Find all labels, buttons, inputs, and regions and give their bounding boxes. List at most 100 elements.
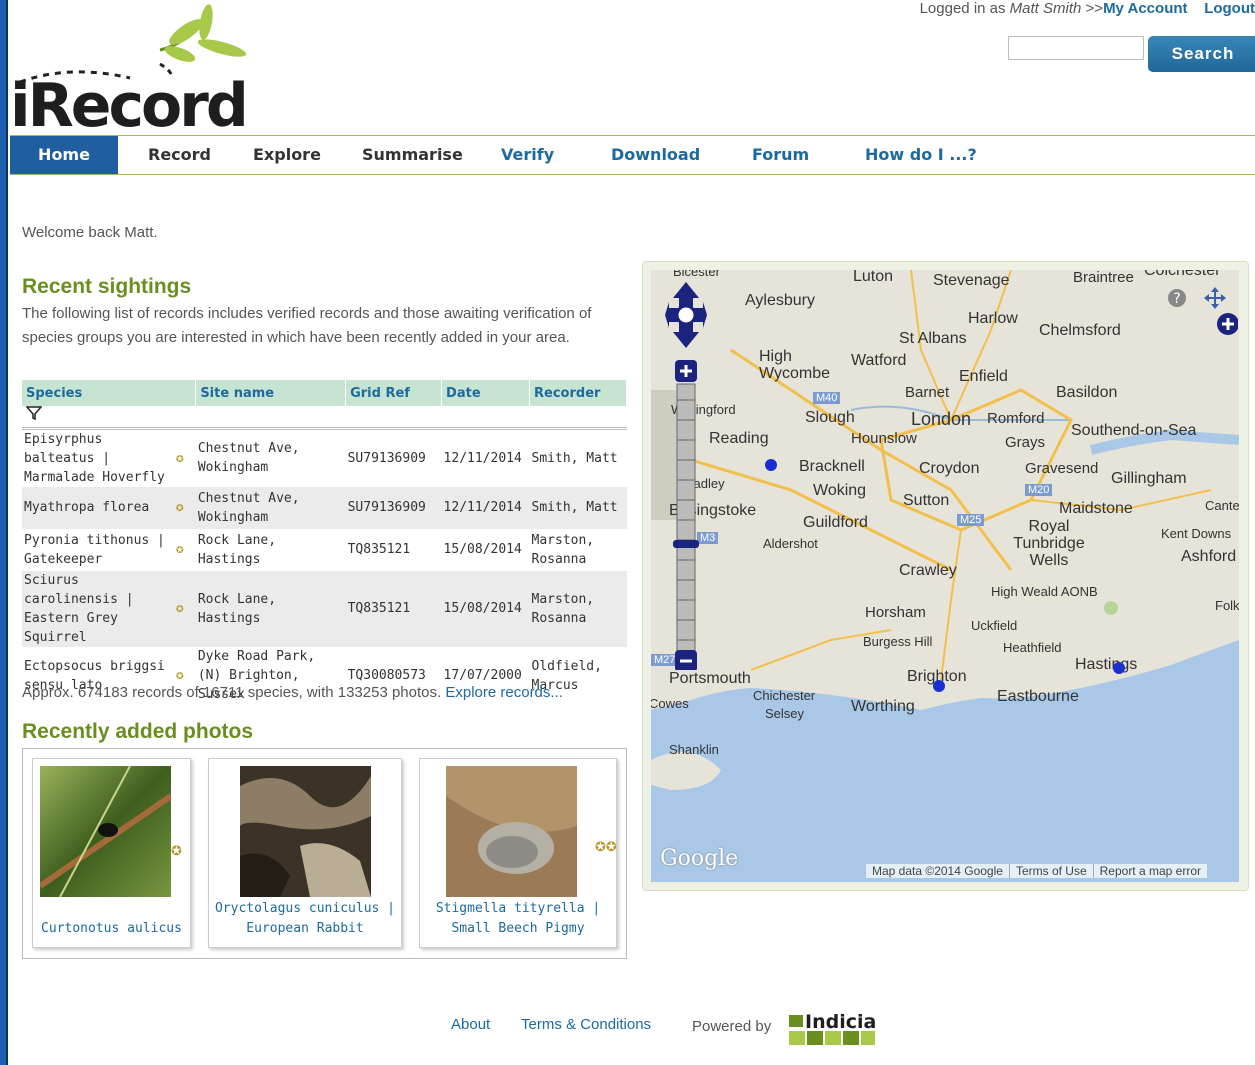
rabbit-photo[interactable] (240, 766, 371, 897)
record-marker-icon[interactable] (1112, 660, 1126, 676)
map-place-label: Romford (987, 410, 1045, 427)
main-nav: Home Record Explore Summarise Verify Dow… (10, 135, 1255, 175)
records-summary: Approx. 674183 records of 16711 species,… (22, 684, 563, 701)
photo-caption[interactable]: Stigmella tityrella | Small Beech Pigmy (420, 899, 616, 939)
map-place-label: Worthing (851, 698, 915, 715)
logged-in-label: Logged in as (919, 0, 1006, 17)
map-place-label: Enfield (959, 368, 1008, 385)
photo-gallery: ✪ Curtonotus aulicus Oryctolagus cunicul… (22, 748, 627, 959)
map-place-label: Horsham (865, 604, 926, 621)
site-cell: Rock Lane, Hastings (195, 570, 346, 647)
map-place-label: Royal Tunbridge Wells (1013, 518, 1085, 569)
map-place-label: Selsey (765, 706, 805, 721)
footer-about-link[interactable]: About (451, 1016, 490, 1033)
map-place-label: Kent Downs (1161, 526, 1232, 541)
table-row[interactable]: Myathropa florea ✪ Chestnut Ave, Wokingh… (22, 486, 627, 529)
my-account-link[interactable]: My Account (1103, 0, 1187, 17)
table-row[interactable]: Sciurus carolinensis | Eastern Grey Squi… (22, 570, 627, 647)
grid-ref-cell: SU79136909 (345, 486, 442, 529)
map-place-label: Hastings (1075, 656, 1138, 673)
table-row[interactable]: Episyrphus balteatus | Marmalade Hoverfl… (22, 428, 627, 487)
help-icon[interactable]: ? (1167, 288, 1187, 308)
record-marker-icon[interactable] (764, 457, 778, 473)
column-date[interactable]: Date (441, 380, 531, 406)
zoom-slider[interactable] (673, 360, 699, 670)
google-logo: Google (660, 846, 739, 871)
photo-caption[interactable]: Curtonotus aulicus (33, 919, 190, 939)
table-row[interactable]: Pyronia tithonus | Gatekeeper ✪ Rock Lan… (22, 529, 627, 571)
nav-home[interactable]: Home (10, 136, 118, 174)
photo-card[interactable]: ✪ Curtonotus aulicus (32, 758, 191, 948)
svg-text:?: ? (1173, 291, 1180, 307)
column-recorder[interactable]: Recorder (529, 380, 627, 406)
column-species[interactable]: Species (22, 380, 197, 406)
map-place-label: St Albans (899, 330, 967, 347)
site-cell: Chestnut Ave, Wokingham (197, 441, 300, 475)
move-icon[interactable] (1203, 286, 1227, 310)
pan-arrows-icon[interactable] (663, 280, 709, 350)
map-place-label: Chelmsford (1039, 322, 1121, 339)
powered-by-label: Powered by (692, 1018, 772, 1035)
user-name: Matt Smith (1009, 0, 1082, 17)
records-map[interactable]: Bicester Luton Stevenage Braintree Colch… (651, 270, 1239, 882)
nav-how-do-i[interactable]: How do I ...? (865, 136, 977, 174)
search-input[interactable] (1008, 36, 1144, 60)
map-place-label: Sutton (903, 492, 950, 509)
map-attribution: Map data ©2014 Google Terms of Use Report … (866, 864, 1207, 878)
column-grid-ref[interactable]: Grid Ref (345, 380, 443, 406)
award-star-icon: ✪ (175, 500, 184, 515)
photo-card[interactable]: Oryctolagus cuniculus | European Rabbit (208, 758, 402, 948)
expand-layer-icon[interactable] (1216, 312, 1238, 336)
site-cell: Rock Lane, Hastings (197, 532, 277, 567)
map-place-label: Colchester (1144, 270, 1221, 279)
moth-mine-photo[interactable] (446, 766, 577, 897)
footer-terms-link[interactable]: Terms & Conditions (521, 1016, 651, 1033)
map-place-label: Southend-on-Sea (1071, 422, 1197, 439)
report-map-error-link[interactable]: Report a map error (1092, 864, 1207, 878)
map-place-label: Woking (813, 482, 867, 499)
map-place-label: Reading (709, 430, 769, 447)
explore-records-link[interactable]: Explore records... (445, 684, 563, 701)
irecord-logo[interactable]: iRecord (10, 4, 255, 136)
filter-icon[interactable] (25, 406, 43, 421)
window-edge (0, 0, 8, 1065)
species-cell: Myathropa florea (22, 486, 174, 529)
map-place-label: Grays (1005, 434, 1046, 451)
recorder-cell: Smith, Matt (531, 450, 618, 466)
logout-link[interactable]: Logout (1204, 0, 1255, 17)
beetle-photo[interactable] (40, 766, 171, 897)
map-place-label: Harlow (968, 310, 1018, 327)
indicia-logo[interactable]: Indicia (789, 1011, 877, 1047)
map-place-label: London (911, 409, 972, 429)
award-star-icon: ✪ (175, 542, 184, 557)
grid-ref-cell: TQ835121 (345, 570, 442, 647)
map-place-label: Ashford (1181, 548, 1237, 565)
photo-card[interactable]: ✪✪ Stigmella tityrella | Small Beech Pig… (419, 758, 617, 948)
species-cell: Episyrphus balteatus | Marmalade Hoverfl… (24, 431, 165, 485)
search-button[interactable]: Search (1148, 36, 1255, 72)
indicia-text: Indicia (805, 1011, 877, 1033)
map-place-label: Gravesend (1025, 460, 1099, 477)
map-place-label: Stevenage (933, 272, 1010, 289)
map-place-label: Aylesbury (745, 292, 815, 309)
nav-verify[interactable]: Verify (501, 136, 554, 174)
map-place-label: High Weald AONB (991, 584, 1098, 599)
nav-explore[interactable]: Explore (253, 136, 321, 174)
terms-of-use-link[interactable]: Terms of Use (1008, 864, 1093, 878)
map-place-label: Barnet (905, 384, 950, 401)
recent-sightings-title: Recent sightings (22, 275, 192, 298)
record-marker-icon[interactable] (932, 678, 946, 694)
map-place-label: Slough (805, 409, 855, 426)
recorder-cell: Smith, Matt (529, 486, 627, 529)
nav-record[interactable]: Record (148, 136, 211, 174)
nav-forum[interactable]: Forum (752, 136, 809, 174)
nav-download[interactable]: Download (611, 136, 700, 174)
map-place-label: Folk (1215, 598, 1239, 613)
column-site-name[interactable]: Site name (195, 380, 347, 406)
photo-caption[interactable]: Oryctolagus cuniculus | European Rabbit (209, 899, 401, 939)
nav-summarise[interactable]: Summarise (362, 136, 463, 174)
login-status: Logged in as Matt Smith >>My Account Log… (920, 0, 1255, 17)
grid-ref-cell: TQ835121 (347, 542, 411, 557)
map-place-label: Croydon (919, 460, 980, 477)
map-place-label: Guildford (803, 514, 868, 531)
